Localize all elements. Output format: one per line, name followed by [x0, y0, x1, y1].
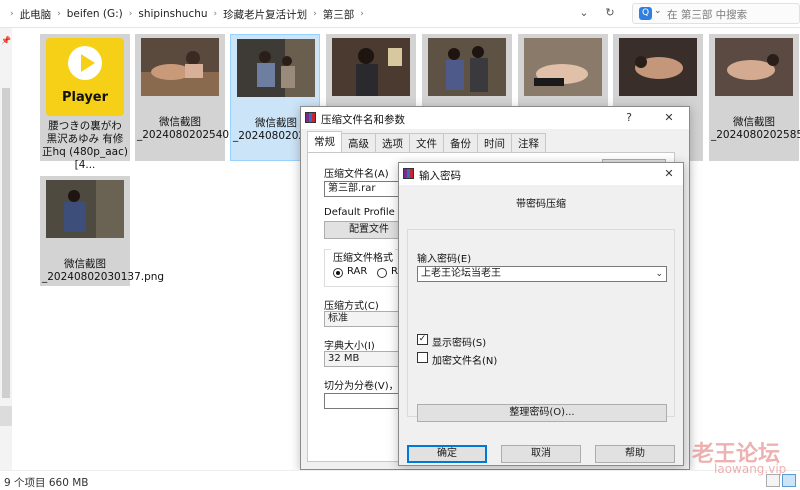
refresh-icon[interactable]: ↻ [602, 5, 618, 21]
encrypt-filenames-label: 加密文件名(N) [432, 356, 498, 367]
navigation-pane: 📌 vi [0, 28, 12, 482]
player-logo-text: Player [61, 90, 109, 105]
show-password-label: 显示密码(S) [432, 338, 487, 349]
nav-item-selected[interactable] [0, 406, 12, 426]
password-input[interactable]: 上老王论坛当老王 ⌄ [417, 266, 667, 282]
image-thumbnail [715, 38, 793, 96]
dialog-tabs: 常规 高级 选项 文件 备份 时间 注释 [307, 131, 546, 153]
show-password-checkbox[interactable]: ✓ [417, 334, 428, 345]
search-placeholder: 在 第三部 中搜索 [667, 9, 748, 21]
breadcrumb-current-folder[interactable]: 第三部 [323, 7, 355, 22]
help-button[interactable]: 帮助 [595, 445, 675, 463]
image-thumbnail [237, 39, 315, 97]
file-tile-image[interactable]: 微信截图_20240802025856.png [709, 34, 800, 161]
play-icon [81, 54, 95, 72]
tab-options[interactable]: 选项 [375, 133, 410, 153]
pin-icon[interactable]: 📌 [1, 36, 11, 45]
archive-format-label: 压缩文件格式 [331, 249, 395, 264]
close-icon[interactable]: ✕ [661, 166, 677, 182]
address-bar: › 此电脑 › beifen (G:) › shipinshuchu › 珍藏老… [0, 0, 800, 28]
file-name: 微信截图_20240802025402.png [137, 116, 260, 141]
profile-label: Default Profile [324, 207, 395, 218]
breadcrumb[interactable]: › 此电脑 › beifen (G:) › shipinshuchu › 珍藏老… [0, 4, 622, 24]
dialog-titlebar[interactable]: 压缩文件名和参数 ? ✕ [301, 107, 689, 129]
file-name: 微信截图_20240802030137.png [42, 258, 165, 283]
password-panel: 输入密码(E) 上老王论坛当老王 ⌄ ✓ 显示密码(S) 加密文件名(N) 整理… [407, 229, 675, 422]
tab-advanced[interactable]: 高级 [341, 133, 376, 153]
image-thumbnail [524, 38, 602, 96]
compression-method-label: 压缩方式(C) [324, 301, 379, 312]
tab-files[interactable]: 文件 [409, 133, 444, 153]
file-tile-image[interactable]: 微信截图_20240802030137.png [40, 176, 165, 286]
scrollbar[interactable] [2, 88, 10, 398]
dialog-title: 压缩文件名和参数 [321, 114, 405, 126]
password-dialog: 输入密码 ✕ 带密码压缩 输入密码(E) 上老王论坛当老王 ⌄ ✓ 显示密码(S… [398, 162, 684, 466]
format-rar-label: RAR [347, 266, 368, 277]
file-tile-video[interactable]: Player 腰つきの裏がわ 黒沢あゆみ 有修正hq (480p_aac) [4… [40, 34, 130, 171]
password-heading: 带密码压缩 [516, 199, 566, 210]
image-thumbnail [619, 38, 697, 96]
password-titlebar[interactable]: 输入密码 ✕ [399, 163, 683, 185]
organize-passwords-button[interactable]: 整理密码(O)... [417, 404, 667, 422]
format-rar5-radio[interactable] [377, 268, 387, 278]
chevron-down-icon[interactable]: ⌄ [576, 5, 592, 21]
chevron-right-icon: › [128, 9, 133, 19]
chevron-right-icon: › [360, 9, 364, 19]
tab-time[interactable]: 时间 [477, 133, 512, 153]
enter-password-label: 输入密码(E) [417, 254, 472, 265]
password-dialog-title: 输入密码 [419, 170, 461, 182]
file-name: 腰つきの裏がわ 黒沢あゆみ 有修正hq (480p_aac) [4... [42, 120, 128, 171]
breadcrumb-folder-shipinshuchu[interactable]: shipinshuchu [138, 8, 207, 20]
breadcrumb-folder-collection[interactable]: 珍藏老片复活计划 [223, 7, 307, 22]
help-icon[interactable]: ? [621, 110, 637, 126]
format-rar-radio[interactable] [333, 268, 343, 278]
chevron-right-icon: › [10, 9, 14, 19]
split-volumes-label: 切分为分卷(V)，大 [324, 381, 409, 392]
encrypt-filenames-checkbox[interactable] [417, 352, 428, 363]
item-count-status: 9 个项目 660 MB [4, 477, 89, 489]
chevron-down-icon[interactable]: ⌄ [654, 6, 662, 16]
winrar-icon [403, 168, 414, 179]
watermark-url: laowang.vip [714, 462, 787, 476]
chevron-right-icon: › [57, 9, 61, 19]
image-thumbnail [332, 38, 410, 96]
chevron-right-icon: › [213, 9, 218, 19]
password-value: 上老王论坛当老王 [421, 268, 501, 279]
search-icon: Q [639, 7, 652, 20]
file-name: 微信截图_20240802025856.png [711, 116, 800, 141]
file-tile-image[interactable]: 微信截图_20240802025402.png [135, 34, 260, 161]
archive-name-label: 压缩文件名(A) [324, 169, 389, 180]
player-app-icon: Player [46, 38, 124, 116]
breadcrumb-drive[interactable]: beifen (G:) [67, 8, 123, 20]
status-bar: 9 个项目 660 MB [0, 470, 800, 490]
image-thumbnail [46, 180, 124, 238]
search-input[interactable]: Q ⌄ 在 第三部 中搜索 [632, 3, 800, 24]
close-icon[interactable]: ✕ [661, 110, 677, 126]
tab-comment[interactable]: 注释 [511, 133, 546, 153]
cancel-button[interactable]: 取消 [501, 445, 581, 463]
breadcrumb-this-pc[interactable]: 此电脑 [20, 7, 52, 22]
chevron-down-icon[interactable]: ⌄ [655, 267, 663, 281]
dictionary-size-label: 字典大小(I) [324, 341, 375, 352]
tab-general[interactable]: 常规 [307, 131, 342, 153]
image-thumbnail [428, 38, 506, 96]
tab-backup[interactable]: 备份 [443, 133, 478, 153]
image-thumbnail [141, 38, 219, 96]
ok-button[interactable]: 确定 [407, 445, 487, 463]
chevron-right-icon: › [313, 9, 317, 19]
winrar-icon [305, 112, 316, 123]
